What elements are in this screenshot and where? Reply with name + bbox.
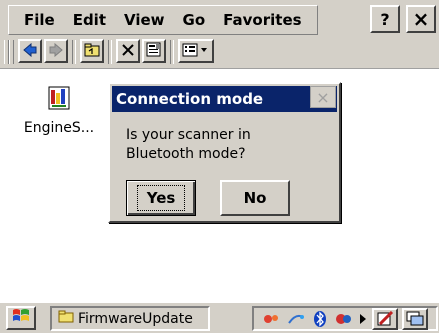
system-tray <box>252 306 438 331</box>
delete-icon <box>121 42 135 61</box>
yes-button-label: Yes <box>136 185 186 211</box>
view-menu-icon <box>182 42 210 61</box>
back-icon <box>23 42 37 61</box>
no-button[interactable]: No <box>220 180 290 216</box>
bluetooth-icon[interactable] <box>310 310 330 328</box>
menu-file[interactable]: File <box>15 7 64 33</box>
file-label: EngineS... <box>23 120 95 136</box>
toolbar-separator <box>72 40 76 64</box>
dialog-message: Is your scanner in Bluetooth mode? <box>126 126 306 164</box>
delete-button[interactable] <box>116 39 140 63</box>
dialog-close-button[interactable]: × <box>310 86 336 108</box>
yes-button[interactable]: Yes <box>126 180 196 216</box>
back-button[interactable] <box>18 39 42 63</box>
taskbar-item-label: FirmwareUpdate <box>78 310 193 327</box>
toolbar-separator-3 <box>170 40 174 64</box>
menu-group: File Edit View Go Favorites <box>8 5 318 35</box>
start-button[interactable] <box>6 306 36 330</box>
taskbar-item-firmwareupdate[interactable]: FirmwareUpdate <box>50 306 210 331</box>
network-icon[interactable] <box>262 310 282 328</box>
connection-icon[interactable] <box>286 310 306 328</box>
up-folder-icon <box>84 42 100 61</box>
sync-icon[interactable] <box>334 310 354 328</box>
arrow-icon[interactable] <box>358 310 368 328</box>
taskbar: FirmwareUpdate <box>0 301 439 333</box>
connection-mode-dialog: Connection mode × Is your scanner in Blu… <box>108 82 341 223</box>
pen-icon[interactable] <box>372 307 398 330</box>
properties-button[interactable] <box>142 39 166 63</box>
up-folder-button[interactable] <box>80 39 104 63</box>
close-button[interactable]: × <box>406 5 436 33</box>
toolbar-separator-2 <box>108 40 112 64</box>
desktop-icon[interactable] <box>402 307 428 330</box>
menu-bar: File Edit View Go Favorites ? × <box>0 0 439 36</box>
toolbar-grip-2 <box>9 40 14 64</box>
properties-icon <box>146 42 162 61</box>
view-menu-button[interactable] <box>178 39 214 63</box>
menu-edit[interactable]: Edit <box>64 7 115 33</box>
forward-icon <box>49 42 63 61</box>
menu-go[interactable]: Go <box>174 7 215 33</box>
dialog-message-line1: Is your scanner in <box>126 127 251 143</box>
forward-button[interactable] <box>44 39 68 63</box>
application-icon <box>46 86 72 116</box>
toolbar <box>0 36 439 69</box>
dialog-title: Connection mode <box>112 86 337 112</box>
folder-icon <box>58 310 74 327</box>
help-button[interactable]: ? <box>370 5 400 33</box>
windows-logo-icon <box>11 307 31 329</box>
dialog-message-line2: Bluetooth mode? <box>126 146 246 162</box>
menu-view[interactable]: View <box>115 7 174 33</box>
menu-favorites[interactable]: Favorites <box>214 7 310 33</box>
file-item[interactable]: EngineS... <box>14 84 104 136</box>
